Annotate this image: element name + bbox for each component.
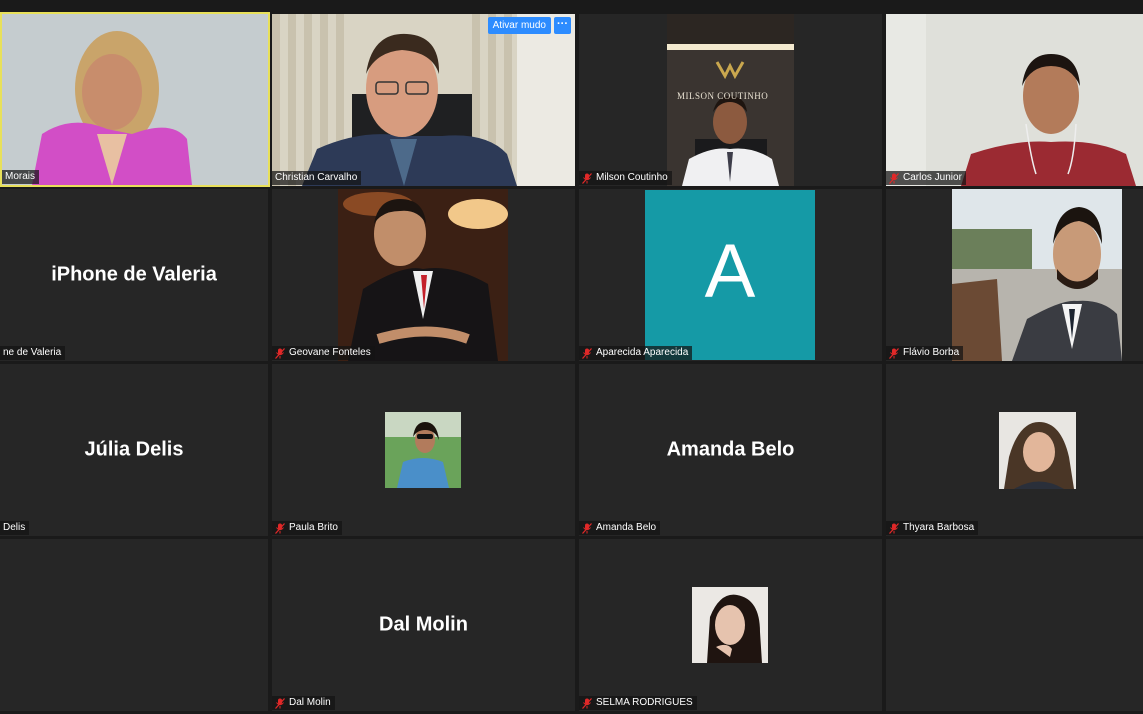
unmute-request-button[interactable]: Ativar mudo — [487, 17, 551, 34]
mic-muted-icon — [889, 348, 899, 359]
participant-name-label: Morais — [2, 170, 40, 184]
participant-display-name: Dal Molin — [379, 613, 468, 636]
mic-muted-icon — [275, 523, 285, 534]
participant-name-label: Flávio Borba — [886, 346, 964, 360]
video-tile-thyara-barbosa[interactable]: Thyara Barbosa — [886, 364, 1143, 536]
video-tile-carlos-junior[interactable]: Carlos Junior — [886, 14, 1143, 186]
video-tile-christian-carvalho[interactable]: Ativar mudo ··· Christian Carvalho — [272, 14, 575, 186]
participant-display-name: Júlia Delis — [84, 438, 184, 461]
avatar-letter: A — [704, 229, 756, 314]
participant-video — [2, 14, 268, 185]
mic-muted-icon — [582, 173, 592, 184]
participant-name-label: Dal Molin — [272, 696, 335, 710]
mic-muted-icon — [582, 698, 592, 709]
mic-muted-icon — [582, 348, 592, 359]
mic-muted-icon — [275, 698, 285, 709]
participant-name-label: Delis — [0, 521, 30, 535]
participant-name-label: Aparecida Aparecida — [579, 346, 693, 360]
participant-name-label: Thyara Barbosa — [886, 521, 979, 535]
participant-name-label: Milson Coutinho — [579, 171, 672, 185]
video-tile-selma-rodrigues[interactable]: SELMA RODRIGUES — [579, 539, 882, 711]
participant-video: MILSON COUTINHO — [667, 14, 794, 186]
office-sign-text: MILSON COUTINHO — [677, 91, 769, 101]
participant-video — [338, 189, 508, 361]
participant-profile-picture — [999, 412, 1076, 489]
participant-image — [886, 14, 1143, 186]
participant-image — [692, 587, 768, 663]
video-tile-iphone-de-valeria[interactable]: iPhone de Valeria ne de Valeria — [0, 189, 268, 361]
video-tile-flavio-borba[interactable]: Flávio Borba — [886, 189, 1143, 361]
participant-video — [952, 189, 1122, 361]
empty-tile — [886, 539, 1143, 711]
participant-name-label: SELMA RODRIGUES — [579, 696, 697, 710]
video-tile-amanda-belo[interactable]: Amanda Belo Amanda Belo — [579, 364, 882, 536]
participant-name-label: Geovane Fonteles — [272, 346, 375, 360]
video-tile-aparecida-aparecida[interactable]: A Aparecida Aparecida — [579, 189, 882, 361]
video-tile-julia-delis[interactable]: Júlia Delis Delis — [0, 364, 268, 536]
more-options-icon[interactable]: ··· — [554, 17, 571, 34]
mic-muted-icon — [889, 173, 899, 184]
participant-display-name: iPhone de Valeria — [51, 263, 217, 286]
mic-muted-icon — [582, 523, 592, 534]
participant-image — [385, 412, 461, 488]
participant-image — [272, 14, 575, 186]
participant-name-label: Amanda Belo — [579, 521, 661, 535]
participant-profile-picture — [692, 587, 768, 663]
video-tile-geovane-fonteles[interactable]: Geovane Fonteles — [272, 189, 575, 361]
participant-profile-picture — [385, 412, 461, 488]
empty-tile — [0, 539, 268, 711]
participant-image — [2, 14, 268, 185]
participant-name-label: Carlos Junior — [886, 171, 966, 185]
video-tile-morais[interactable]: Morais — [0, 12, 270, 187]
participant-display-name: Amanda Belo — [666, 438, 795, 461]
participant-image — [952, 189, 1122, 361]
mic-muted-icon — [275, 348, 285, 359]
video-tile-milson-coutinho[interactable]: MILSON COUTINHO Milson Coutinho — [579, 14, 882, 186]
participant-name-label: Paula Brito — [272, 521, 342, 535]
video-tile-dal-molin[interactable]: Dal Molin Dal Molin — [272, 539, 575, 711]
video-tile-paula-brito[interactable]: Paula Brito — [272, 364, 575, 536]
participant-name-label: ne de Valeria — [0, 346, 66, 360]
participant-name-label: Christian Carvalho — [272, 171, 362, 185]
participant-image — [999, 412, 1076, 489]
avatar: A — [645, 190, 815, 360]
mic-muted-icon — [889, 523, 899, 534]
participant-video — [272, 14, 575, 186]
participant-image — [338, 189, 508, 361]
participant-video — [886, 14, 1143, 186]
